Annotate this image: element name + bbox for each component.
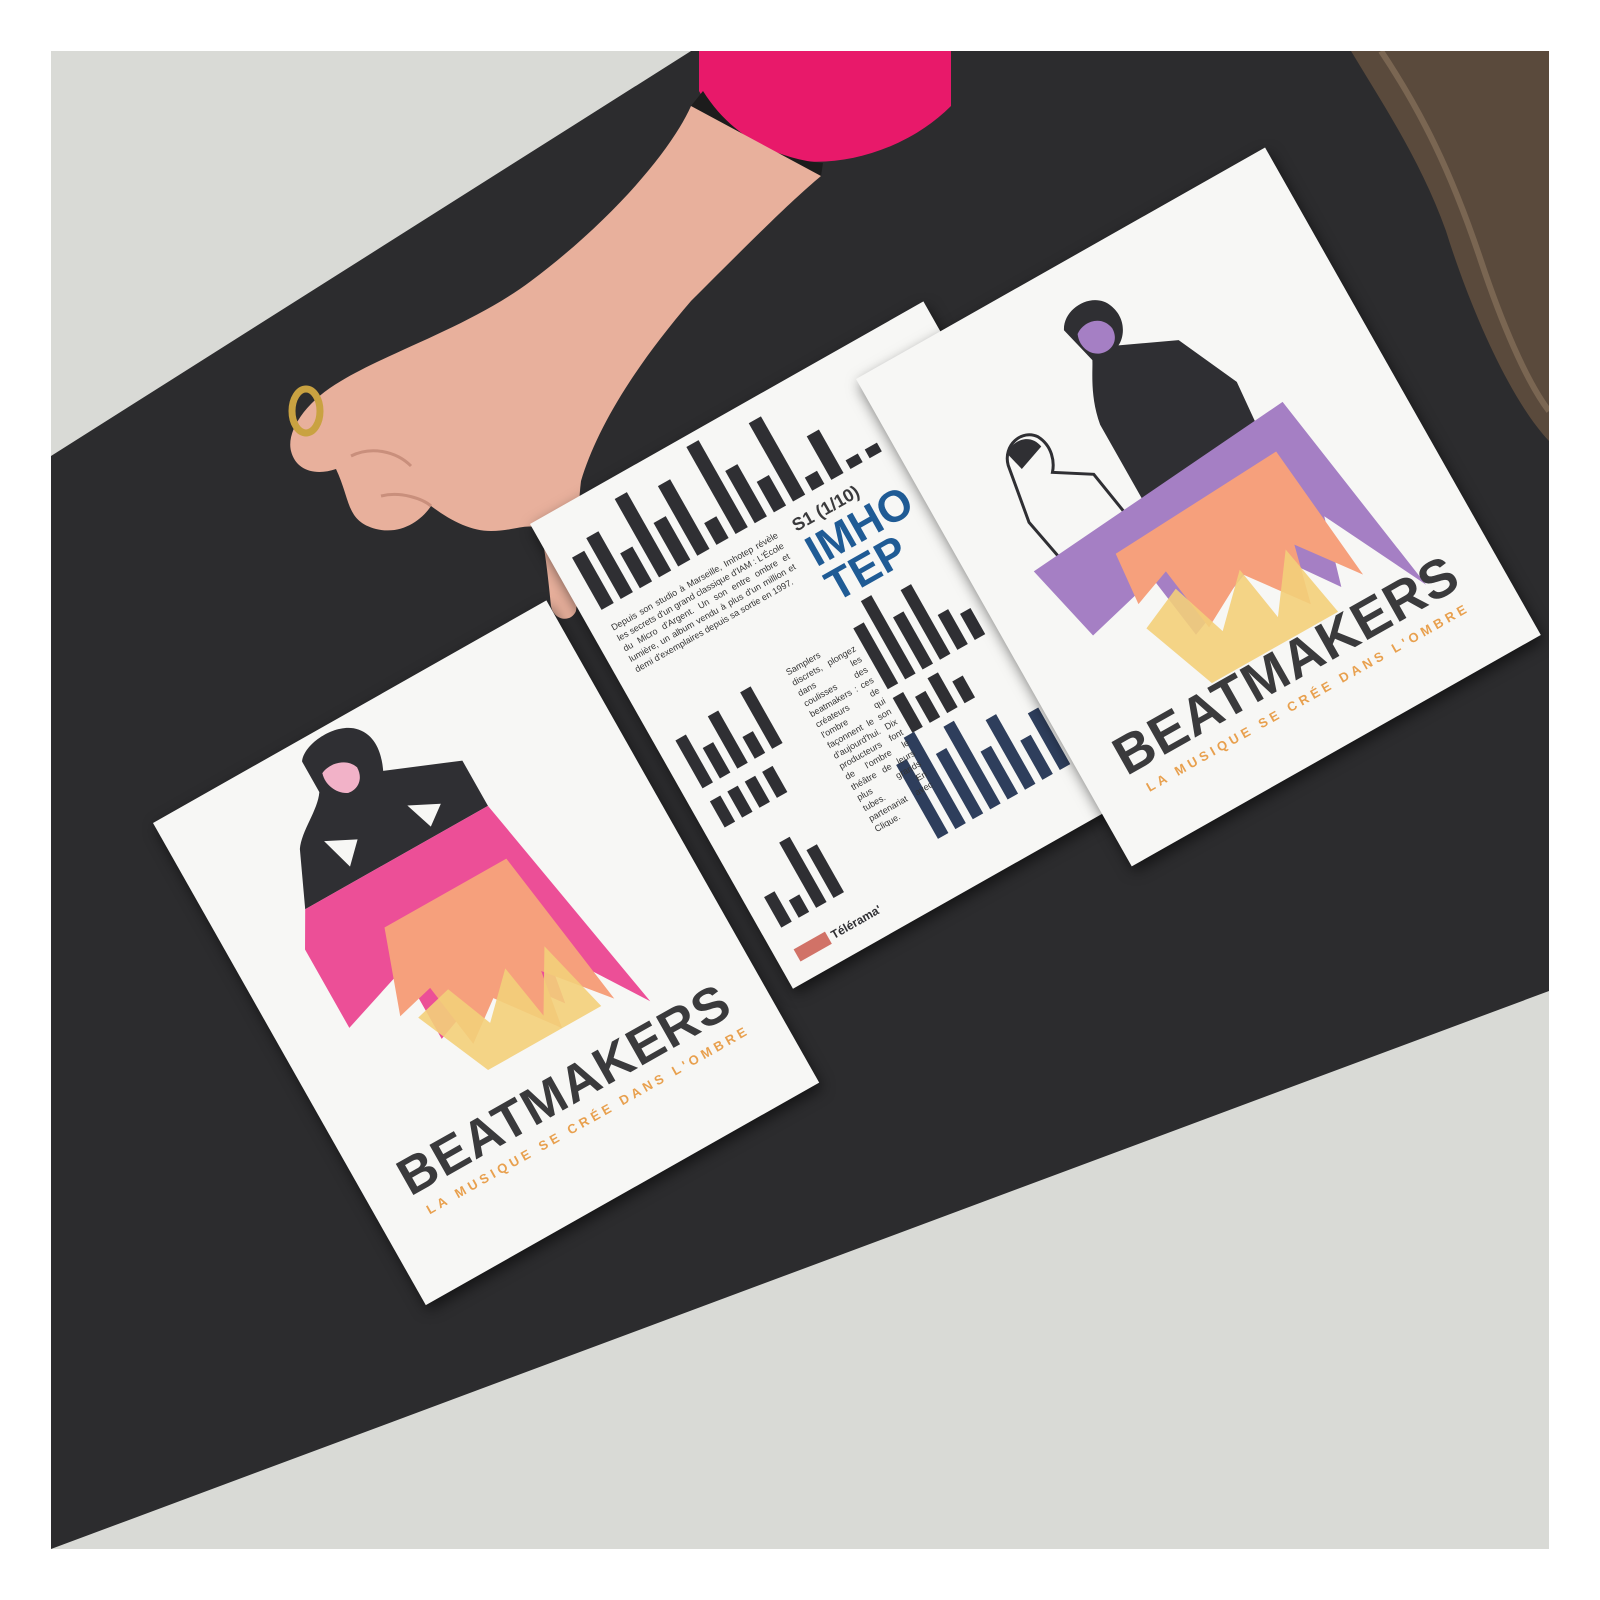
photo: BEATMAKERS LA MUSIQUE SE CRÉE DANS L'OMB…: [51, 51, 1549, 1549]
logo-mark: [793, 931, 832, 962]
